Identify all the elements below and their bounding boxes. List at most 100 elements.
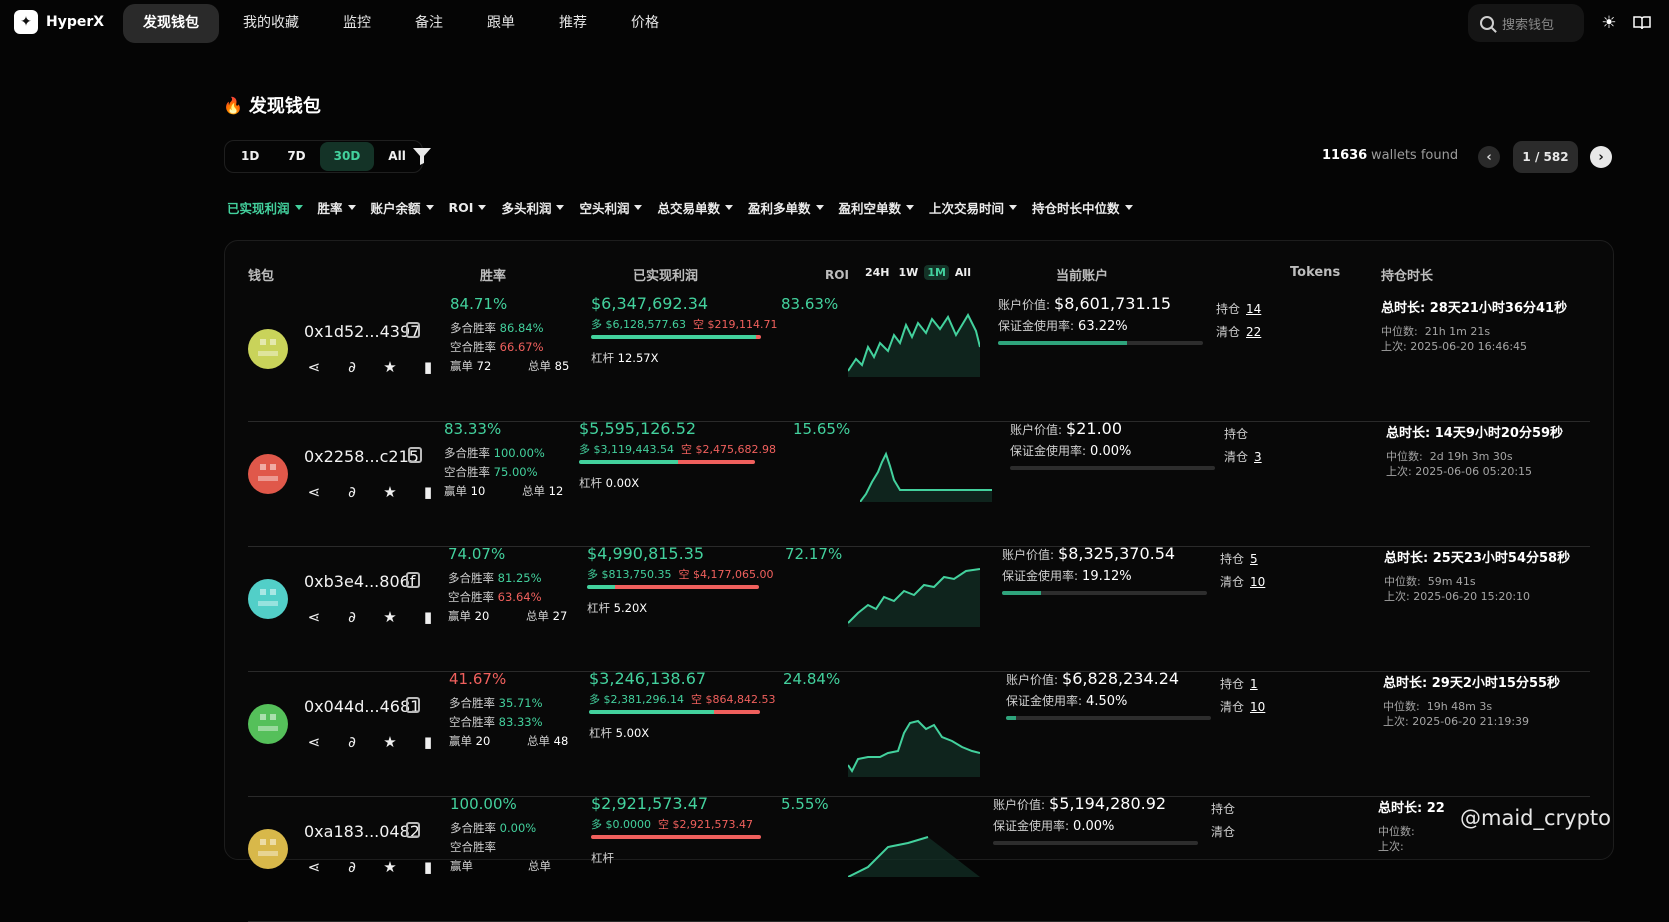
winrate: 41.67% xyxy=(449,670,507,688)
roi-value: 24.84% xyxy=(783,670,841,688)
tokens-holding[interactable]: 持仓 xyxy=(1224,425,1254,442)
wallet-address[interactable]: 0x2258...c215 xyxy=(304,447,419,466)
tokens-closed[interactable]: 清仓 10 xyxy=(1220,698,1265,715)
fingerprint-icon[interactable]: ∂ xyxy=(342,608,362,626)
leverage: 杠杆 12.57X xyxy=(591,351,659,365)
sort-last-trade[interactable]: 上次交易时间 xyxy=(929,198,1018,217)
wallet-actions: ⋖ ∂ ★ ▮ xyxy=(304,483,438,501)
copy-icon[interactable] xyxy=(408,447,422,463)
copy-icon[interactable] xyxy=(406,697,420,713)
sort-winning-longs[interactable]: 盈利多单数 xyxy=(748,198,824,217)
table-row[interactable]: 0x2258...c215 ⋖ ∂ ★ ▮ 83.33% 多合胜率 100.00… xyxy=(248,419,1590,547)
median-duration: 中位数: 59m 41s xyxy=(1384,575,1476,588)
share-icon[interactable]: ⋖ xyxy=(304,483,324,501)
tokens-closed[interactable]: 清仓 xyxy=(1211,823,1241,840)
roi-sparkline xyxy=(847,557,981,627)
copy-icon[interactable] xyxy=(406,572,420,588)
winrate: 83.33% xyxy=(444,420,502,438)
nav-copy-trade[interactable]: 跟单 xyxy=(467,4,535,43)
median-duration: 中位数: 21h 1m 21s xyxy=(1381,325,1491,338)
wallet-address[interactable]: 0xa183...0482 xyxy=(304,822,420,841)
period-30d[interactable]: 30D xyxy=(319,142,375,171)
table-row[interactable]: 0xa183...0482 ⋖ ∂ ★ ▮ 100.00% 多合胜率 0.00%… xyxy=(248,794,1590,922)
star-icon[interactable]: ★ xyxy=(380,483,400,501)
total-count: 总单 xyxy=(528,859,551,873)
filter-icon[interactable] xyxy=(411,145,433,167)
chart-icon[interactable]: ▮ xyxy=(418,483,438,501)
roi-all[interactable]: All xyxy=(952,265,974,280)
prev-page-button[interactable]: ‹ xyxy=(1478,146,1500,168)
realized-pnl: $6,347,692.34 xyxy=(591,294,709,313)
roi-1w[interactable]: 1W xyxy=(896,265,922,280)
sort-total-trades[interactable]: 总交易单数 xyxy=(657,198,733,217)
tokens-closed[interactable]: 清仓 10 xyxy=(1220,573,1265,590)
roi-value: 72.17% xyxy=(785,545,843,563)
sort-roi[interactable]: ROI xyxy=(449,198,487,217)
sort-winrate[interactable]: 胜率 xyxy=(318,198,356,217)
fingerprint-icon[interactable]: ∂ xyxy=(342,858,362,876)
nav-price[interactable]: 价格 xyxy=(611,4,679,43)
table-row[interactable]: 0xb3e4...806f ⋖ ∂ ★ ▮ 74.07% 多合胜率 81.25%… xyxy=(248,544,1590,672)
star-icon[interactable]: ★ xyxy=(380,608,400,626)
copy-icon[interactable] xyxy=(406,322,420,338)
wallet-address[interactable]: 0xb3e4...806f xyxy=(304,572,415,591)
tokens-holding[interactable]: 持仓 xyxy=(1211,800,1241,817)
star-icon[interactable]: ★ xyxy=(380,358,400,376)
period-1d[interactable]: 1D xyxy=(227,142,273,171)
wallet-address[interactable]: 0x1d52...4397 xyxy=(304,322,420,341)
sun-icon[interactable]: ☀ xyxy=(1599,13,1619,33)
copy-icon[interactable] xyxy=(406,822,420,838)
nav-favorites[interactable]: 我的收藏 xyxy=(223,4,319,43)
account-value: 账户价值: $8,601,731.15 xyxy=(998,294,1172,313)
share-icon[interactable]: ⋖ xyxy=(304,733,324,751)
wallet-address[interactable]: 0x044d...4681 xyxy=(304,697,420,716)
star-icon[interactable]: ★ xyxy=(380,858,400,876)
fire-icon: 🔥 xyxy=(223,95,243,115)
sort-balance[interactable]: 账户余额 xyxy=(371,198,434,217)
chart-icon[interactable]: ▮ xyxy=(418,358,438,376)
table-row[interactable]: 0x1d52...4397 ⋖ ∂ ★ ▮ 84.71% 多合胜率 86.84%… xyxy=(248,294,1590,422)
median-duration: 中位数: 2d 19h 3m 30s xyxy=(1386,450,1513,463)
star-icon[interactable]: ★ xyxy=(380,733,400,751)
sort-median-hold[interactable]: 持仓时长中位数 xyxy=(1032,198,1133,217)
book-icon[interactable] xyxy=(1632,13,1652,33)
roi-1m[interactable]: 1M xyxy=(924,265,949,280)
realized-pnl: $5,595,126.52 xyxy=(579,419,697,438)
roi-24h[interactable]: 24H xyxy=(862,265,893,280)
tokens-holding[interactable]: 持仓 5 xyxy=(1220,550,1258,567)
tokens-holding[interactable]: 持仓 14 xyxy=(1216,300,1261,317)
pnl-breakdown: 多 $6,128,577.63 空 $219,114.71 xyxy=(591,318,778,331)
chart-icon[interactable]: ▮ xyxy=(418,858,438,876)
table-row[interactable]: 0x044d...4681 ⋖ ∂ ★ ▮ 41.67% 多合胜率 35.71%… xyxy=(248,669,1590,797)
sort-long-pnl[interactable]: 多头利润 xyxy=(501,198,565,217)
short-winrate: 空合胜率 63.64% xyxy=(448,590,542,604)
fingerprint-icon[interactable]: ∂ xyxy=(342,733,362,751)
chart-icon[interactable]: ▮ xyxy=(418,608,438,626)
tokens-closed[interactable]: 清仓 3 xyxy=(1224,448,1262,465)
fingerprint-icon[interactable]: ∂ xyxy=(342,483,362,501)
chart-icon[interactable]: ▮ xyxy=(418,733,438,751)
sort-short-pnl[interactable]: 空头利润 xyxy=(579,198,643,217)
nav-monitor[interactable]: 监控 xyxy=(323,4,391,43)
sort-realized-pnl[interactable]: 已实现利润 xyxy=(227,198,303,217)
paw-icon: ✦ xyxy=(14,10,38,34)
next-page-button[interactable]: › xyxy=(1590,146,1612,168)
tokens-closed[interactable]: 清仓 22 xyxy=(1216,323,1261,340)
median-duration: 中位数: xyxy=(1378,825,1415,838)
logo[interactable]: ✦ HyperX xyxy=(14,10,104,34)
share-icon[interactable]: ⋖ xyxy=(304,358,324,376)
share-icon[interactable]: ⋖ xyxy=(304,608,324,626)
period-7d[interactable]: 7D xyxy=(273,142,319,171)
roi-sparkline xyxy=(859,432,992,503)
share-icon[interactable]: ⋖ xyxy=(304,858,324,876)
nav-discover[interactable]: 发现钱包 xyxy=(123,4,219,43)
search-input[interactable]: 搜索钱包 xyxy=(1468,4,1584,42)
nav-referral[interactable]: 推荐 xyxy=(539,4,607,43)
win-count: 赢单 72 xyxy=(450,359,492,373)
main-nav: 发现钱包 我的收藏 监控 备注 跟单 推荐 价格 xyxy=(123,4,683,43)
nav-notes[interactable]: 备注 xyxy=(395,4,463,43)
sort-winning-shorts[interactable]: 盈利空单数 xyxy=(839,198,915,217)
tokens-holding[interactable]: 持仓 1 xyxy=(1220,675,1258,692)
margin-usage: 保证金使用率: 19.12% xyxy=(1002,569,1132,584)
fingerprint-icon[interactable]: ∂ xyxy=(342,358,362,376)
